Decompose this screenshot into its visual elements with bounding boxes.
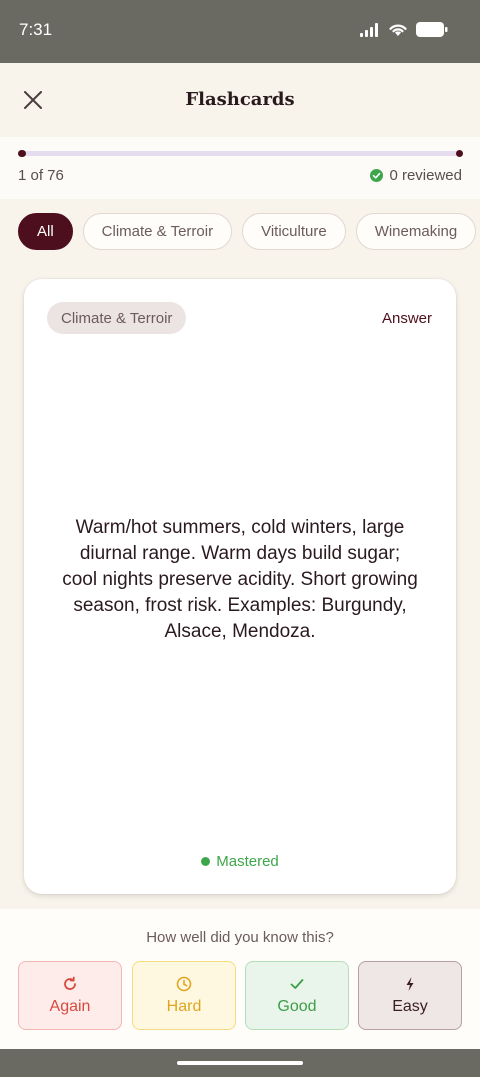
- again-button[interactable]: Again: [18, 961, 122, 1030]
- rating-panel: How well did you know this? Again Hard G…: [0, 909, 480, 1049]
- check-circle-icon: [370, 169, 384, 182]
- status-bar: 7:31: [0, 0, 480, 63]
- reviewed-label: 0 reviewed: [389, 167, 462, 184]
- card-answer-text: Warm/hot summers, cold winters, large di…: [62, 517, 418, 642]
- card-status-label: Mastered: [216, 853, 279, 870]
- filter-chip-viticulture[interactable]: Viticulture: [242, 213, 346, 250]
- wifi-icon: [389, 24, 407, 36]
- hard-label: Hard: [166, 997, 202, 1015]
- system-nav-bar: [0, 1049, 480, 1077]
- good-button[interactable]: Good: [245, 961, 349, 1030]
- flashcard[interactable]: Climate & Terroir Answer Warm/hot summer…: [24, 279, 456, 894]
- status-time: 7:31: [19, 20, 53, 39]
- lightning-icon: [406, 976, 414, 991]
- progress-count: 1 of 76: [18, 167, 64, 184]
- progress-end-marker: [456, 150, 463, 157]
- reviewed-count: 0 reviewed: [370, 167, 462, 184]
- refresh-icon: [64, 976, 76, 990]
- check-icon: [290, 978, 304, 989]
- progress-bar: [18, 150, 463, 157]
- filter-chip-winemaking[interactable]: Winemaking: [355, 213, 477, 250]
- home-indicator[interactable]: [177, 1061, 303, 1065]
- easy-button[interactable]: Easy: [358, 961, 462, 1030]
- again-label: Again: [49, 997, 91, 1015]
- signal-icon: [360, 22, 378, 37]
- card-side-label: Answer: [381, 310, 432, 327]
- filter-chip-climate-terroir[interactable]: Climate & Terroir: [82, 213, 233, 250]
- header: Flashcards: [0, 63, 480, 137]
- battery-icon: [416, 22, 448, 37]
- card-category-tag: Climate & Terroir: [47, 302, 187, 334]
- filter-chip-all[interactable]: All: [18, 213, 73, 250]
- rating-prompt: How well did you know this?: [146, 929, 334, 946]
- status-icons: [360, 22, 448, 37]
- page-title: Flashcards: [185, 89, 295, 110]
- status-dot-icon: [201, 857, 211, 866]
- good-label: Good: [277, 997, 317, 1015]
- progress-section: 1 of 76 0 reviewed: [0, 137, 480, 199]
- clock-icon: [176, 976, 192, 991]
- progress-fill: [18, 150, 26, 157]
- hard-button[interactable]: Hard: [132, 961, 236, 1030]
- card-mastery-status: Mastered: [24, 853, 456, 870]
- easy-label: Easy: [392, 997, 428, 1015]
- category-filter-chips: All Climate & Terroir Viticulture Winema…: [18, 213, 477, 250]
